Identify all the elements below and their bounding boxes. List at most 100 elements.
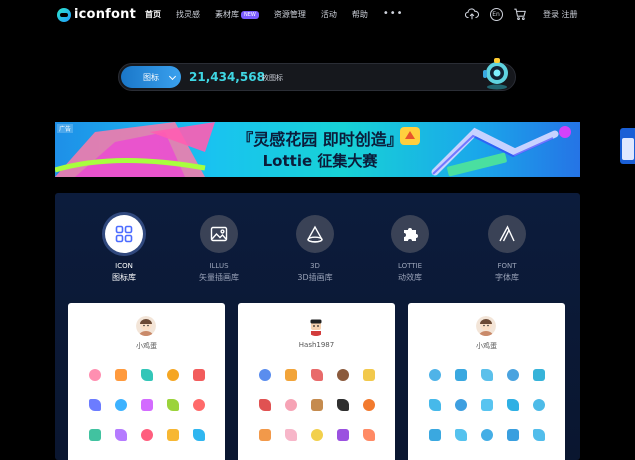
language-icon[interactable]: En [489,7,503,21]
preview-icon [285,429,297,441]
category-en-label: 3D [310,262,320,270]
card-author: 小鸡蛋 [136,342,157,350]
nav-item-help[interactable]: 帮助 [352,9,368,20]
preview-icon [167,429,179,441]
nav-item-resource-management[interactable]: 资源管理 [274,9,306,20]
category-lottie-library[interactable]: LOTTIE 动效库 [375,215,445,283]
preview-icon [533,429,545,441]
preview-icon [363,399,375,411]
preview-icon [141,369,153,381]
widget-icon [622,138,634,160]
header-tools: En 登录 注册 [465,7,578,21]
grid-icon [105,215,143,253]
icon-preview-grid [422,369,552,441]
upload-icon[interactable] [465,7,479,21]
search-type-dropdown[interactable]: 图标 [121,66,181,88]
promo-banner[interactable]: 广告 『灵感花园 即时创造』 Lottie 征集大赛 [55,122,580,177]
preview-icon [115,399,127,411]
nav-item-materials[interactable]: 素材库 NEW [215,9,259,20]
logo[interactable]: iconfont [57,7,136,22]
banner-title-line2: Lottie 征集大赛 [262,152,378,170]
preview-icon [193,369,205,381]
preview-icon [533,399,545,411]
login-register-link[interactable]: 登录 注册 [543,9,578,20]
ad-tag: 广告 [57,124,74,133]
preview-icon [337,429,349,441]
category-illustration-library[interactable]: ILLUS 矢量插画库 [184,215,254,283]
logo-icon [57,7,71,22]
logo-text: iconfont [74,7,137,22]
preview-icon [141,429,153,441]
nav-item-materials-label: 素材库 [215,10,239,19]
preview-icon [311,399,323,411]
search-type-label: 图标 [143,72,159,82]
card-author: 小鸡蛋 [476,342,497,350]
category-en-label: LOTTIE [397,262,423,270]
preview-icon [481,429,493,441]
category-en-label: FONT [497,262,517,270]
category-zh-label: 矢量插画库 [199,273,239,282]
preview-icon [363,429,375,441]
icon-collection-card[interactable]: 小鸡蛋 [68,303,225,460]
preview-icon [193,429,205,441]
preview-icon [429,429,441,441]
preview-icon [115,369,127,381]
icon-count-suffix: 枚图标 [262,74,283,82]
more-menu-button[interactable]: ••• [383,8,404,19]
cart-icon[interactable] [513,7,527,21]
preview-icon [533,369,545,381]
category-zh-label: 动效库 [398,273,422,282]
preview-icon [507,399,519,411]
icon-preview-grid [252,369,382,441]
preview-icon [481,399,493,411]
preview-icon [455,399,467,411]
search-bar[interactable]: 图标 21,434,568 枚图标 [118,63,516,91]
preview-icon [259,429,271,441]
preview-icon [259,369,271,381]
category-zh-label: 3D插画库 [297,273,333,282]
nav-item-inspiration[interactable]: 找灵感 [176,9,200,20]
cone-icon [296,215,334,253]
preview-icon [481,369,493,381]
icon-collection-card[interactable]: 小鸡蛋 [408,303,565,460]
preview-icon [167,369,179,381]
avatar [136,316,156,336]
avatar [476,316,496,336]
preview-icon [311,369,323,381]
image-icon [200,215,238,253]
preview-icon [115,429,127,441]
category-en-label: ILLUS [209,262,229,270]
preview-icon [507,429,519,441]
icon-preview-grid [82,369,212,441]
category-panel: ICON 图标库 ILLUS 矢量插画库 3D 3D插画库 LOTTIE 动效库… [55,193,580,460]
preview-icon [285,369,297,381]
puzzle-icon [391,215,429,253]
category-font-library[interactable]: FONT 字体库 [472,215,542,283]
letter-a-icon [488,215,526,253]
icon-count: 21,434,568 [189,70,265,84]
nav-item-home[interactable]: 首页 [145,9,161,20]
preview-icon [89,429,101,441]
preview-icon [311,429,323,441]
category-3d-library[interactable]: 3D 3D插画库 [280,215,350,283]
icon-collection-card[interactable]: Hash1987 [238,303,395,460]
mascot-icon [483,58,508,90]
preview-icon [429,369,441,381]
preview-icon [337,369,349,381]
preview-icon [455,429,467,441]
preview-icon [507,369,519,381]
nav-item-activities[interactable]: 活动 [321,9,337,20]
card-author: Hash1987 [298,341,335,349]
preview-icon [141,399,153,411]
category-icon-library[interactable]: ICON 图标库 [89,215,159,283]
preview-icon [337,399,349,411]
preview-icon [429,399,441,411]
preview-icon [259,399,271,411]
banner-title-line1: 『灵感花园 即时创造』 [237,130,403,149]
preview-icon [455,369,467,381]
category-zh-label: 图标库 [112,273,136,282]
preview-icon [285,399,297,411]
preview-icon [193,399,205,411]
floating-side-widget[interactable] [620,128,635,164]
preview-icon [363,369,375,381]
